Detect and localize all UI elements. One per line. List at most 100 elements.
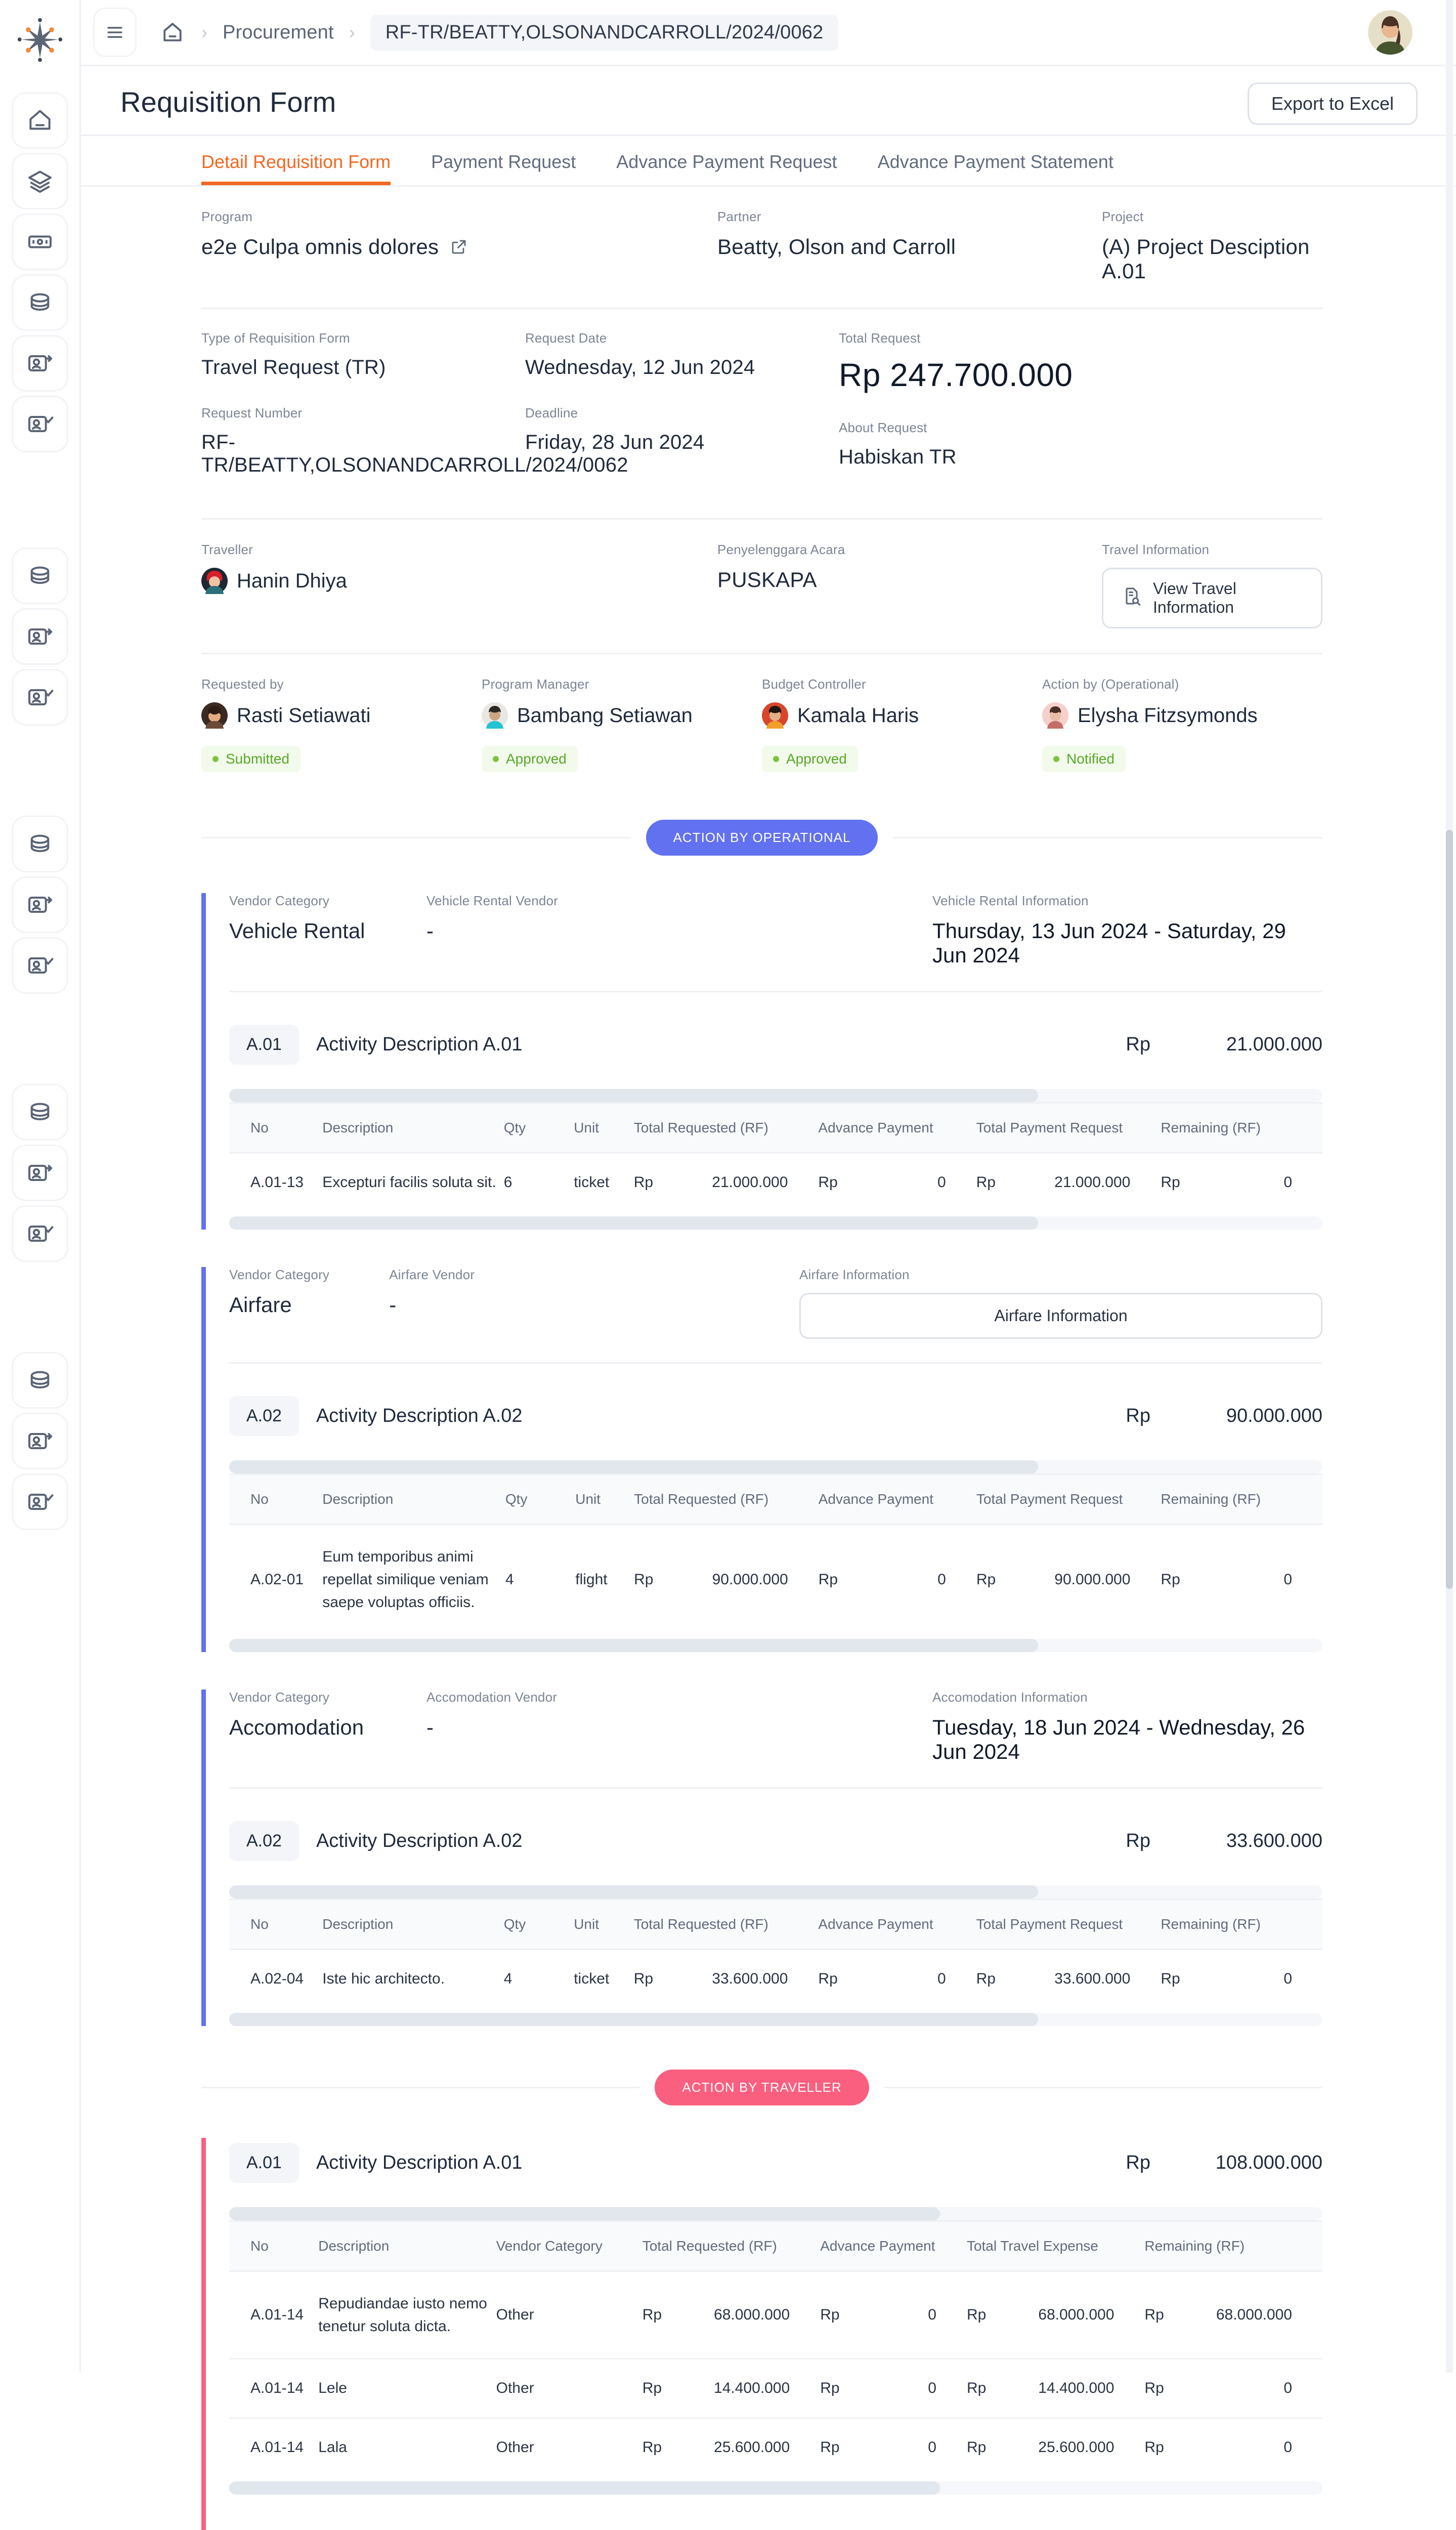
- approval-action-operational: Action by (Operational) Elysha Fitzsymon…: [1042, 677, 1322, 772]
- activity-currency-2: Rp: [1126, 1405, 1150, 1426]
- col-advance-payment-3: Advance Payment: [818, 1899, 976, 1950]
- external-link-icon[interactable]: [450, 238, 468, 256]
- sidebar-item-database[interactable]: [11, 274, 68, 331]
- vendor-info-value-3: Tuesday, 18 Jun 2024 - Wednesday, 26 Jun…: [932, 1715, 1305, 1763]
- hamburger-icon[interactable]: [93, 8, 137, 57]
- sidebar-item-user-assign-3[interactable]: [11, 876, 68, 933]
- sidebar-item-home[interactable]: [11, 92, 68, 149]
- breadcrumb: › Procurement › RF-TR/BEATTY,OLSONANDCAR…: [159, 14, 839, 51]
- traveller-activity-group-a01: A.01 Activity Description A.01 Rp 108.00…: [201, 2138, 1322, 2530]
- cell-description: Lala: [318, 2439, 347, 2456]
- vendor-info-block-3: Accomodation Information Tuesday, 18 Jun…: [932, 1690, 1322, 1764]
- breadcrumb-procurement[interactable]: Procurement: [223, 22, 334, 44]
- field-project-label: Project: [1102, 209, 1144, 224]
- sidebar-item-database-4[interactable]: [11, 1084, 68, 1141]
- field-request-number-value: RF-TR/BEATTY,OLSONANDCARROLL/2024/0062: [201, 431, 628, 476]
- sidebar-item-layers[interactable]: [11, 153, 68, 209]
- field-travel-information: Travel Information View Travel Informati…: [1102, 542, 1322, 628]
- sidebar-item-database-3[interactable]: [11, 816, 68, 872]
- field-about-request-label: About Request: [839, 420, 927, 435]
- activity-code-2: A.02: [229, 1396, 299, 1436]
- cell-total-travel-expense: 25.600.000: [1038, 2439, 1115, 2456]
- home-icon[interactable]: [159, 19, 186, 46]
- approval-requested-by: Requested by Rasti Setiawati Submitted: [201, 677, 482, 772]
- table-scrollbar-bottom[interactable]: [229, 1216, 1322, 1230]
- table-row: A.02-04 Iste hic architecto. 4 ticket Rp…: [229, 1950, 1322, 2008]
- app-logo: [16, 15, 64, 64]
- approver-avatar-2: [482, 702, 508, 729]
- col-remaining-3: Remaining (RF): [1161, 1899, 1322, 1950]
- field-project-value: (A) Project Desciption A.01: [1102, 235, 1310, 283]
- tab-advance-payment-request[interactable]: Advance Payment Request: [616, 151, 837, 185]
- col-no-3: No: [229, 1899, 323, 1950]
- col-total-requested-2: Total Requested (RF): [634, 1473, 819, 1525]
- cell-no: A.02-01: [250, 1571, 304, 1588]
- activity-currency-3: Rp: [1126, 1830, 1150, 1851]
- cell-advance-payment: 0: [859, 2271, 967, 2359]
- avatar[interactable]: [1368, 10, 1412, 55]
- vendor-info-block: Vehicle Rental Information Thursday, 13 …: [932, 893, 1322, 967]
- table-scrollbar-top-t1[interactable]: [229, 2207, 1322, 2220]
- col-remaining: Remaining (RF): [1161, 1102, 1322, 1154]
- approval-role-label-2: Program Manager: [482, 677, 589, 692]
- sidebar-item-finance[interactable]: [11, 214, 68, 270]
- status-badge-4: Notified: [1042, 746, 1126, 772]
- view-travel-information-button[interactable]: View Travel Information: [1102, 568, 1322, 628]
- tab-detail-requisition-form[interactable]: Detail Requisition Form: [201, 151, 391, 185]
- tab-advance-payment-statement[interactable]: Advance Payment Statement: [878, 151, 1114, 185]
- sidebar-item-database-5[interactable]: [11, 1352, 68, 1409]
- activity-description-2: Activity Description A.02: [316, 1405, 523, 1426]
- cell-advance-payment: 0: [937, 1174, 946, 1191]
- table-scrollbar-bottom-t1[interactable]: [229, 2481, 1322, 2495]
- sidebar-item-user-assign-5[interactable]: [11, 1413, 68, 1469]
- field-deadline-label: Deadline: [525, 405, 578, 420]
- page-scrollbar-thumb[interactable]: [1446, 830, 1453, 1589]
- activity-description: Activity Description A.01: [316, 1034, 523, 1055]
- table-scrollbar-top-3[interactable]: [229, 1885, 1322, 1899]
- table-scrollbar-bottom-2[interactable]: [229, 1639, 1322, 1652]
- vendor-name-block-2: Airfare Vendor -: [389, 1267, 799, 1339]
- document-search-icon: [1122, 586, 1142, 610]
- cell-cur-3: Rp: [966, 2358, 1006, 2419]
- cell-unit: flight: [575, 1571, 608, 1588]
- approver-avatar-3: [762, 702, 788, 729]
- field-organizer-label: Penyelenggara Acara: [717, 542, 845, 557]
- field-total-request-label: Total Request: [839, 330, 921, 346]
- table-header-row: No Description Qty Unit Total Requested …: [229, 1102, 1322, 1154]
- table-scrollbar-top[interactable]: [229, 1089, 1322, 1102]
- sidebar-item-user-approve-4[interactable]: [11, 1205, 68, 1262]
- activity-total-t1: 108.000.000: [1215, 2152, 1322, 2173]
- section-divider-operational: ACTION BY OPERATIONAL: [201, 820, 1323, 856]
- vendor-category-block-3: Vendor Category Accomodation: [229, 1690, 426, 1764]
- export-to-excel-button[interactable]: Export to Excel: [1247, 82, 1418, 125]
- sidebar-item-user-assign[interactable]: [11, 335, 68, 392]
- approval-role-label-4: Action by (Operational): [1042, 677, 1179, 692]
- sidebar-item-user-approve-5[interactable]: [11, 1473, 68, 1530]
- activity-block-3: A.02 Activity Description A.02 Rp 33.600…: [229, 1816, 1322, 2026]
- table-scrollbar-top-2[interactable]: [229, 1460, 1322, 1473]
- tab-payment-request[interactable]: Payment Request: [431, 151, 576, 185]
- field-total-request: Total Request Rp 247.700.000: [839, 330, 1322, 394]
- sidebar-item-user-assign-4[interactable]: [11, 1145, 68, 1201]
- cell-total-requested: 25.600.000: [714, 2439, 790, 2456]
- breadcrumb-current: RF-TR/BEATTY,OLSONANDCARROLL/2024/0062: [370, 14, 839, 51]
- field-travel-information-label: Travel Information: [1102, 542, 1210, 557]
- sidebar-item-user-approve[interactable]: [11, 396, 68, 452]
- sidebar-item-database-2[interactable]: [11, 547, 68, 604]
- col-description-3: Description: [322, 1899, 504, 1950]
- col-total-payment-request-3: Total Payment Request: [976, 1899, 1161, 1950]
- sidebar-item-user-assign-2[interactable]: [11, 608, 68, 665]
- table-scrollbar-bottom-3[interactable]: [229, 2013, 1322, 2026]
- approver-name-3: Kamala Haris: [797, 704, 919, 727]
- vendor-group-accomodation: Vendor Category Accomodation Accomodatio…: [201, 1690, 1322, 2026]
- sidebar-item-user-approve-2[interactable]: [11, 669, 68, 726]
- cell-cur-3: Rp: [966, 2271, 1006, 2359]
- airfare-information-button[interactable]: Airfare Information: [799, 1293, 1322, 1339]
- col-unit: Unit: [574, 1102, 634, 1154]
- vendor-header-2: Vendor Category Airfare Airfare Vendor -…: [229, 1267, 1322, 1362]
- cell-remaining: 0: [1283, 2439, 1292, 2456]
- activity-header-t1: A.01 Activity Description A.01 Rp 108.00…: [229, 2138, 1322, 2188]
- sidebar-item-user-approve-3[interactable]: [11, 937, 68, 994]
- activity-block-2: A.02 Activity Description A.02 Rp 90.000…: [229, 1391, 1322, 1652]
- col-vendor-category-t1: Vendor Category: [496, 2220, 643, 2272]
